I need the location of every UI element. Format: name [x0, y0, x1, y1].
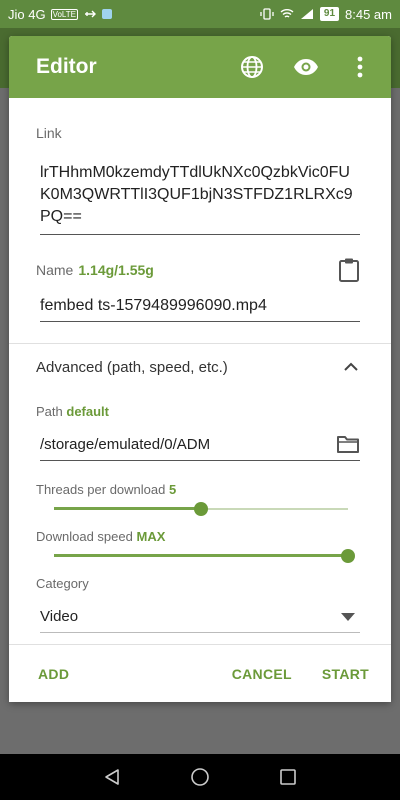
dropdown-arrow-icon — [341, 612, 355, 621]
add-button[interactable]: ADD — [38, 666, 69, 682]
path-label: Path — [36, 404, 63, 419]
path-value: /storage/emulated/0/ADM — [40, 435, 211, 453]
app-notification-icon — [102, 9, 112, 19]
vibrate-icon — [260, 8, 274, 20]
speed-value: MAX — [136, 529, 166, 544]
advanced-label: Advanced (path, speed, etc.) — [36, 358, 228, 376]
status-bar: Jio 4G VoLTE 91 8:45 am — [0, 0, 400, 28]
signal-icon — [300, 9, 313, 19]
dialog-actions: ADD CANCEL START — [9, 644, 391, 702]
advanced-section-toggle[interactable]: Advanced (path, speed, etc.) — [36, 358, 360, 376]
battery-indicator: 91 — [319, 7, 340, 21]
speed-slider[interactable] — [54, 549, 355, 563]
eye-icon — [294, 59, 318, 75]
start-button[interactable]: START — [322, 666, 369, 682]
globe-icon — [241, 56, 263, 78]
path-label-row: Path default — [36, 404, 109, 419]
back-nav-button[interactable] — [102, 767, 122, 787]
link-field[interactable]: lrTHhmM0kzemdyTTdlUkNXc0QzbkVic0FUK0M3QW… — [40, 162, 360, 235]
clock: 8:45 am — [345, 6, 392, 22]
threads-label-row: Threads per download 5 — [36, 482, 176, 497]
threads-slider[interactable] — [54, 502, 348, 516]
path-default-badge: default — [66, 404, 109, 419]
clipboard-icon — [339, 258, 359, 282]
browse-folder-button[interactable] — [336, 434, 360, 454]
file-size-progress: 1.14g/1.55g — [78, 262, 154, 278]
paste-button[interactable] — [338, 257, 360, 283]
category-select[interactable]: Video — [40, 608, 360, 633]
speed-label: Download speed — [36, 529, 133, 544]
category-value: Video — [40, 608, 79, 625]
threads-label: Threads per download — [36, 482, 166, 497]
folder-icon — [337, 436, 359, 453]
dialog-title: Editor — [36, 55, 97, 78]
speed-label-row: Download speed MAX — [36, 529, 165, 544]
file-name-field[interactable]: fembed ts-1579489996090.mp4 — [40, 297, 360, 322]
recents-nav-button[interactable] — [278, 767, 298, 787]
link-label: Link — [36, 125, 62, 141]
threads-slider-fill — [54, 507, 201, 510]
speed-slider-fill — [54, 554, 348, 557]
chevron-up-icon — [344, 362, 358, 371]
home-nav-button[interactable] — [190, 767, 210, 787]
dialog-toolbar: Editor — [9, 36, 391, 98]
more-options-button[interactable] — [343, 50, 377, 84]
preview-button[interactable] — [289, 50, 323, 84]
wifi-icon — [280, 9, 294, 18]
name-label: Name — [36, 262, 74, 278]
path-field[interactable]: /storage/emulated/0/ADM — [40, 434, 360, 461]
more-vert-icon — [357, 56, 363, 78]
speed-slider-thumb[interactable] — [341, 549, 355, 563]
carrier-label: Jio 4G — [8, 6, 46, 22]
browser-button[interactable] — [235, 50, 269, 84]
threads-value: 5 — [168, 482, 177, 497]
cancel-button[interactable]: CANCEL — [232, 666, 292, 682]
section-divider — [9, 343, 391, 344]
volte-badge: VoLTE — [50, 8, 78, 20]
category-label: Category — [36, 576, 89, 591]
usb-icon — [85, 10, 96, 18]
threads-slider-thumb[interactable] — [194, 502, 208, 516]
name-header: Name 1.14g/1.55g — [36, 257, 360, 283]
system-nav-bar — [0, 754, 400, 800]
